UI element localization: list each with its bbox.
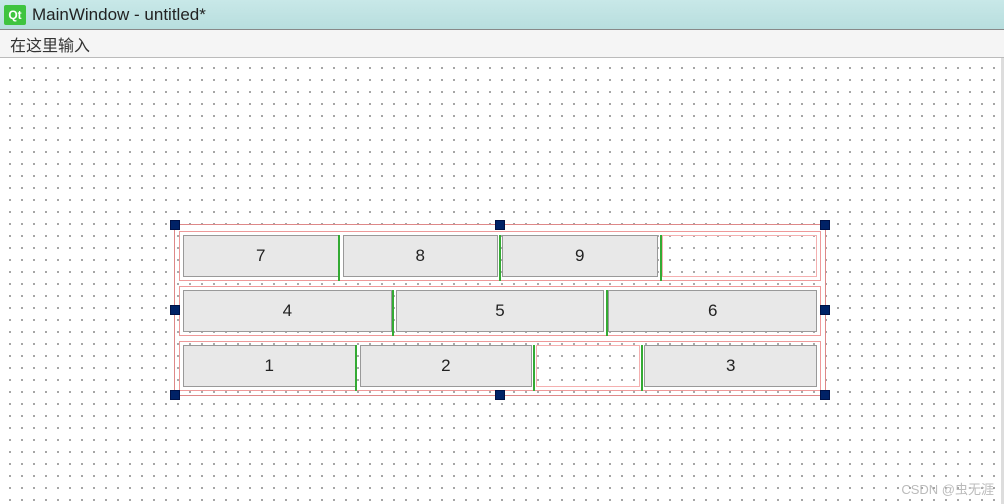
watermark-text: CSDN @虫无涯 <box>901 479 994 498</box>
resize-handle-bottom-left[interactable] <box>170 390 180 400</box>
layout-row: 4 5 6 <box>179 286 821 336</box>
push-button-7[interactable]: 7 <box>183 235 339 277</box>
resize-handle-mid-right[interactable] <box>820 305 830 315</box>
resize-handle-top-right[interactable] <box>820 220 830 230</box>
push-button-4[interactable]: 4 <box>183 290 392 332</box>
menubar-placeholder: 在这里输入 <box>10 32 90 56</box>
design-canvas[interactable]: 7 8 9 4 5 6 1 2 3 CS <box>0 58 1004 504</box>
resize-handle-bottom-right[interactable] <box>820 390 830 400</box>
layout-separator-icon <box>499 235 501 281</box>
push-button-2[interactable]: 2 <box>360 345 533 387</box>
resize-handle-mid-left[interactable] <box>170 305 180 315</box>
layout-separator-icon <box>660 235 662 281</box>
layout-separator-icon <box>338 235 340 281</box>
empty-layout-slot[interactable] <box>536 345 640 387</box>
grid-layout-widget[interactable]: 7 8 9 4 5 6 1 2 3 <box>174 224 826 396</box>
qt-logo-icon: Qt <box>4 5 26 25</box>
push-button-6[interactable]: 6 <box>608 290 817 332</box>
layout-separator-icon <box>392 290 394 336</box>
push-button-3[interactable]: 3 <box>644 345 817 387</box>
resize-handle-top-left[interactable] <box>170 220 180 230</box>
push-button-8[interactable]: 8 <box>343 235 499 277</box>
layout-separator-icon <box>355 345 357 391</box>
resize-handle-bottom-mid[interactable] <box>495 390 505 400</box>
empty-layout-slot[interactable] <box>662 235 818 277</box>
layout-row: 1 2 3 <box>179 341 821 391</box>
push-button-1[interactable]: 1 <box>183 345 356 387</box>
window-title: MainWindow - untitled* <box>32 5 206 25</box>
push-button-5[interactable]: 5 <box>396 290 605 332</box>
layout-separator-icon <box>533 345 535 391</box>
menubar[interactable]: 在这里输入 <box>0 30 1004 58</box>
resize-handle-top-mid[interactable] <box>495 220 505 230</box>
push-button-9[interactable]: 9 <box>502 235 658 277</box>
window-titlebar: Qt MainWindow - untitled* <box>0 0 1004 30</box>
layout-separator-icon <box>641 345 643 391</box>
layout-separator-icon <box>606 290 608 336</box>
